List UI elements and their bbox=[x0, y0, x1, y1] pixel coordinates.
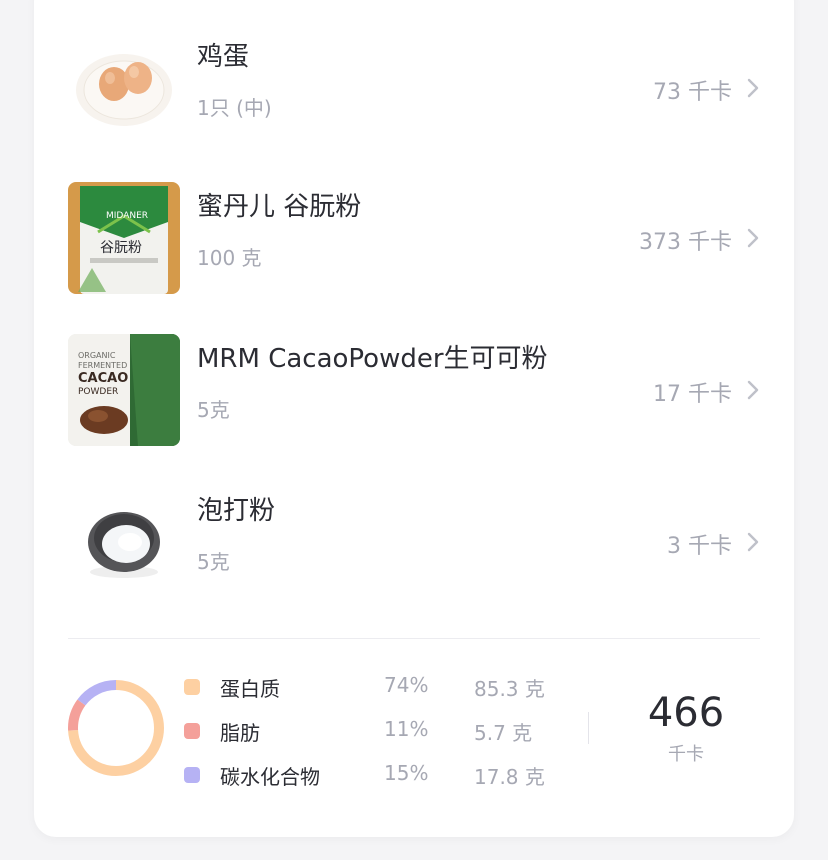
vertical-separator bbox=[588, 712, 589, 744]
food-amount: 5克 bbox=[197, 550, 230, 574]
cacao-powder-bag-icon: ORGANIC FERMENTED CACAO POWDER bbox=[68, 334, 180, 446]
food-item-gluten-flour[interactable]: MIDANER 谷朊粉 蜜丹儿 谷朊粉 100 克 373 千卡 bbox=[34, 182, 794, 322]
macro-name: 碳水化合物 bbox=[220, 765, 320, 789]
food-item-egg[interactable]: 鸡蛋 1只 (中) 73 千卡 bbox=[34, 32, 794, 172]
food-name: 蜜丹儿 谷朊粉 bbox=[197, 192, 362, 222]
food-item-cacao-powder[interactable]: ORGANIC FERMENTED CACAO POWDER MRM Cacao… bbox=[34, 334, 794, 474]
food-calories: 73 千卡 bbox=[653, 80, 732, 105]
chevron-right-icon bbox=[742, 76, 764, 100]
macro-name: 脂肪 bbox=[220, 721, 260, 745]
package-label-powder: POWDER bbox=[78, 387, 118, 397]
macro-name: 蛋白质 bbox=[220, 677, 280, 701]
macro-percent: 11% bbox=[384, 717, 429, 741]
macro-amount: 5.7 克 bbox=[474, 721, 533, 745]
food-item-baking-powder[interactable]: 泡打粉 5克 3 千卡 bbox=[34, 486, 794, 626]
baking-powder-bowl-icon bbox=[68, 486, 180, 598]
chevron-right-icon bbox=[742, 378, 764, 402]
food-name: MRM CacaoPowder生可可粉 bbox=[197, 344, 548, 374]
total-calories-unit: 千卡 bbox=[668, 744, 704, 765]
package-label-cacao: CACAO bbox=[78, 371, 128, 386]
macro-amount: 85.3 克 bbox=[474, 677, 545, 701]
macro-percent: 15% bbox=[384, 761, 429, 785]
chevron-right-icon bbox=[742, 530, 764, 554]
food-calories: 3 千卡 bbox=[667, 534, 732, 559]
macro-row-fat: 脂肪 11% 5.7 克 bbox=[184, 717, 584, 747]
package-label-organic: ORGANIC bbox=[78, 351, 116, 360]
macro-percent: 74% bbox=[384, 673, 429, 697]
package-label-product: 谷朊粉 bbox=[100, 240, 142, 256]
food-amount: 5克 bbox=[197, 398, 230, 422]
legend-swatch bbox=[184, 767, 200, 783]
macro-row-carbs: 碳水化合物 15% 17.8 克 bbox=[184, 761, 584, 791]
food-name: 泡打粉 bbox=[197, 496, 276, 526]
legend-swatch bbox=[184, 679, 200, 695]
macro-donut-chart bbox=[68, 680, 164, 776]
eggs-on-plate-icon bbox=[68, 32, 180, 144]
package-label-fermented: FERMENTED bbox=[78, 361, 127, 370]
divider bbox=[68, 638, 760, 639]
food-calories: 17 千卡 bbox=[653, 382, 732, 407]
food-amount: 100 克 bbox=[197, 246, 262, 270]
food-amount: 1只 (中) bbox=[197, 96, 272, 120]
food-name: 鸡蛋 bbox=[197, 42, 250, 72]
chevron-right-icon bbox=[742, 226, 764, 250]
gluten-flour-bag-icon: MIDANER 谷朊粉 bbox=[68, 182, 180, 294]
legend-swatch bbox=[184, 723, 200, 739]
package-label-brand: MIDANER bbox=[106, 211, 148, 221]
macro-amount: 17.8 克 bbox=[474, 765, 545, 789]
total-calories-value: 466 bbox=[647, 690, 725, 736]
food-calories: 373 千卡 bbox=[639, 230, 732, 255]
macro-row-protein: 蛋白质 74% 85.3 克 bbox=[184, 673, 584, 703]
